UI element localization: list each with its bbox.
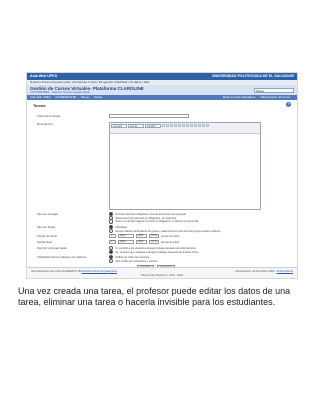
underline-button[interactable] xyxy=(170,124,173,127)
start-date-label: Fecha de inicio xyxy=(37,234,58,238)
format-select[interactable]: Formato xyxy=(111,124,127,128)
course-subtitle: CONTADORES - Roberto Antonio Argueta Qua… xyxy=(30,89,91,94)
image-button[interactable] xyxy=(194,124,197,127)
undo-button[interactable] xyxy=(202,124,205,127)
align-left-button[interactable] xyxy=(174,124,177,127)
title-row: Título de la Tarea xyxy=(37,114,289,120)
platform-name[interactable]: Aula Web UPES xyxy=(30,73,57,80)
option-text: Texto con archivo adjunto (el texto es o… xyxy=(115,220,199,224)
end-year-select[interactable]: 2009 xyxy=(136,240,147,244)
institution-name[interactable]: UNIVERSIDAD POLITECNICA DE EL SALVADOR xyxy=(212,73,294,80)
late-upload-options: Sí, permitir a los usuarios entregar tra… xyxy=(109,246,199,254)
start-time-input[interactable]: 16:01 xyxy=(149,234,159,238)
title-label: Título de la Tarea xyxy=(37,114,61,118)
description-editor[interactable]: Formato Fuente Tamaño xyxy=(109,122,261,210)
option-text: No, prevenir que usuarios entreguen trab… xyxy=(115,250,199,254)
start-year-select[interactable]: 2009 xyxy=(136,234,147,238)
course-admin-link[interactable]: Administrador del Curso xyxy=(260,95,290,99)
footer-powered-by: Powered by Claroline © 2001 - 2009 xyxy=(141,273,183,277)
radio-icon[interactable] xyxy=(109,258,114,263)
option-text: Grupos (desde herramienta de grupos, sol… xyxy=(115,229,221,233)
end-time-hint: (tiempo de inicio) xyxy=(161,240,180,244)
task-option-groups[interactable]: Grupos (desde herramienta de grupos, sol… xyxy=(109,228,221,233)
visibility-teachers[interactable]: Solo visible por profesores y autores xyxy=(109,258,158,263)
radio-icon[interactable] xyxy=(109,228,114,233)
submission-type-options: Archivos (Archivo obligatorio, el texto … xyxy=(109,212,199,224)
link-button[interactable] xyxy=(190,124,193,127)
bold-button[interactable] xyxy=(162,124,165,127)
list-button[interactable] xyxy=(186,124,189,127)
end-time-input[interactable]: 16:01 xyxy=(149,240,159,244)
view-mode-link[interactable]: Modo de Vista: Estudiante xyxy=(223,95,256,99)
caption-text: Una vez creada una tarea, el profesor pu… xyxy=(18,286,291,307)
align-right-button[interactable] xyxy=(182,124,185,127)
end-date-fields: 17 Mayo 2009 16:01 (tiempo de inicio) xyxy=(109,240,179,244)
late-upload-row: Permitir entregar tarde Sí, permitir a l… xyxy=(37,246,289,254)
font-select[interactable]: Fuente xyxy=(128,124,144,128)
platform-header: Aula Web UPES UNIVERSIDAD POLITECNICA DE… xyxy=(27,73,297,80)
start-day-select[interactable]: 17 xyxy=(109,234,116,238)
radio-icon[interactable] xyxy=(109,249,114,254)
editor-toolbar: Formato Fuente Tamaño xyxy=(110,123,260,134)
radio-icon[interactable] xyxy=(109,219,114,224)
submission-option-text-file[interactable]: Texto con archivo adjunto (el texto es o… xyxy=(109,219,199,224)
italic-button[interactable] xyxy=(166,124,169,127)
end-date-row: Fecha final 17 Mayo 2009 16:01 (tiempo d… xyxy=(37,240,289,245)
start-date-fields: 17 Mayo 2009 16:01 (tiempo de inicio) xyxy=(109,234,179,238)
section-title: Tareas ? xyxy=(27,100,297,110)
start-month-select[interactable]: Mayo xyxy=(118,234,134,238)
table-button[interactable] xyxy=(198,124,201,127)
description-row: Descripción Formato Fuente Tamaño xyxy=(37,122,289,210)
size-select[interactable]: Tamaño xyxy=(145,124,161,128)
align-center-button[interactable] xyxy=(178,124,181,127)
tool-select[interactable]: Tareas xyxy=(254,87,294,93)
end-month-select[interactable]: Mayo xyxy=(118,240,134,244)
late-upload-no[interactable]: No, prevenir que usuarios entreguen trab… xyxy=(109,249,199,254)
course-bar: Gestión de Cursos Virtuales- Plataforma … xyxy=(27,85,297,95)
late-upload-label: Permitir entregar tarde xyxy=(37,246,68,250)
help-icon[interactable]: ? xyxy=(286,102,291,107)
submission-type-label: Tipo de entrega xyxy=(37,212,58,216)
breadcrumb-current: Tareas xyxy=(93,95,103,99)
visibility-label: Visibilidad de los trabajos por defecto xyxy=(37,255,87,259)
task-type-row: Tipo de Tarea Individual Grupos (desde h… xyxy=(37,225,289,233)
screenshot-frame: Aula Web UPES UNIVERSIDAD POLITECNICA DE… xyxy=(26,72,298,279)
start-date-row: Fecha de inicio 17 Mayo 2009 16:01 (tiem… xyxy=(37,234,289,239)
page-footer: Administradores del curso ACADEMICO 88 R… xyxy=(27,267,297,278)
end-day-select[interactable]: 17 xyxy=(109,240,116,244)
redo-button[interactable] xyxy=(206,124,209,127)
task-type-options: Individual Grupos (desde herramienta de … xyxy=(109,225,221,233)
task-type-label: Tipo de Tarea xyxy=(37,225,56,229)
start-time-hint: (tiempo de inicio) xyxy=(161,234,180,238)
description-label: Descripción xyxy=(37,122,53,126)
breadcrumb-course[interactable]: ACADEMICO 88 xyxy=(55,95,76,99)
title-input[interactable] xyxy=(109,114,189,118)
option-text: Solo visible por profesores y autores xyxy=(115,259,158,263)
submission-type-row: Tipo de entrega Archivos (Archivo obliga… xyxy=(37,212,289,224)
section-title-text: Tareas xyxy=(33,103,46,108)
end-date-label: Fecha final xyxy=(37,240,52,244)
visibility-row: Visibilidad de los trabajos por defecto … xyxy=(37,255,289,263)
breadcrumb-tool[interactable]: Tareas xyxy=(81,95,89,99)
visibility-options: Visible por todos los usuarios Solo visi… xyxy=(109,255,158,263)
breadcrumb-home[interactable]: Aula Web UPES xyxy=(30,95,50,99)
